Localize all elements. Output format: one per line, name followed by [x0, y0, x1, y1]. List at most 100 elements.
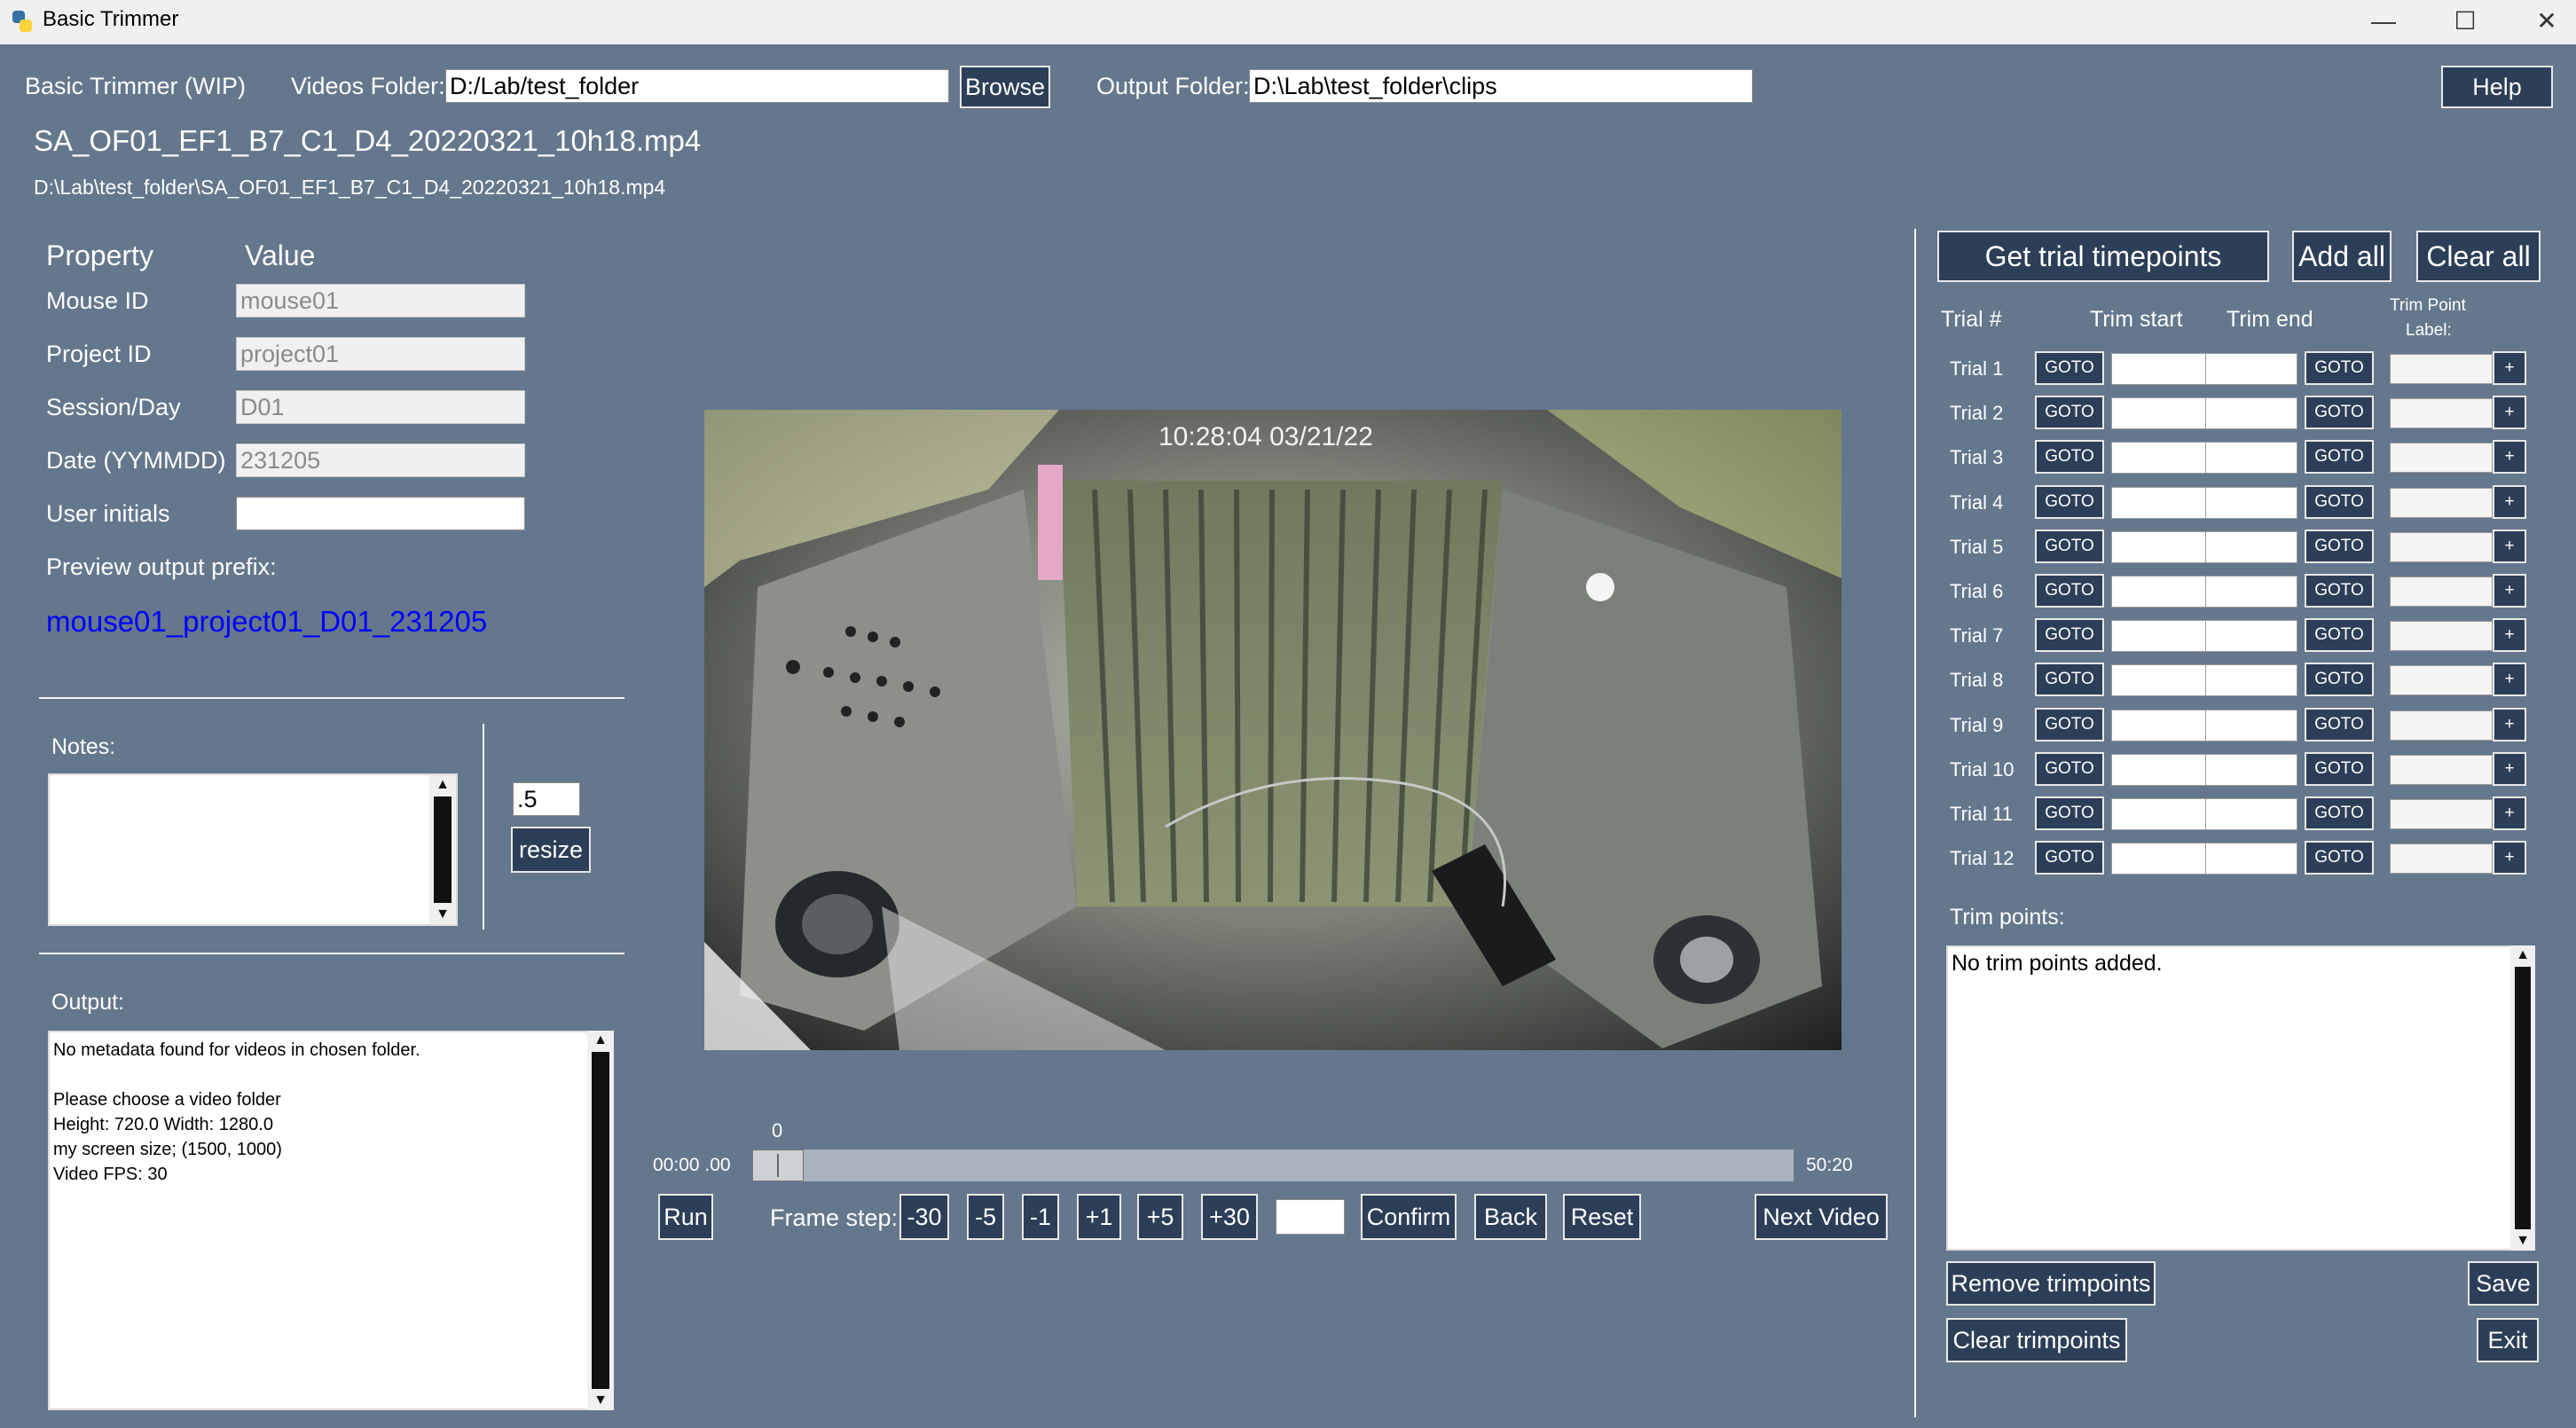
goto-start-button[interactable]: GOTO — [2035, 796, 2104, 830]
trim-start-input[interactable] — [2111, 576, 2207, 608]
goto-end-button[interactable]: GOTO — [2305, 796, 2374, 830]
resize-input[interactable]: .5 — [513, 782, 580, 816]
scroll-up-icon[interactable]: ▲ — [587, 1031, 614, 1050]
trim-point-label-input[interactable] — [2390, 710, 2493, 741]
project-id-input[interactable]: project01 — [236, 337, 525, 371]
add-trimpoint-button[interactable]: + — [2493, 574, 2526, 608]
add-trimpoint-button[interactable]: + — [2493, 751, 2526, 786]
trim-point-label-input[interactable] — [2390, 843, 2493, 875]
trim-end-input[interactable] — [2205, 442, 2297, 475]
trim-start-input[interactable] — [2111, 620, 2207, 653]
session-day-input[interactable]: D01 — [236, 390, 525, 424]
trim-point-label-input[interactable] — [2390, 754, 2493, 785]
trim-start-input[interactable] — [2111, 753, 2207, 786]
step-plus-30-button[interactable]: +30 — [1201, 1194, 1258, 1240]
trim-end-input[interactable] — [2205, 486, 2297, 519]
trim-end-input[interactable] — [2205, 620, 2297, 653]
trim-end-input[interactable] — [2205, 530, 2297, 563]
frame-step-input[interactable] — [1276, 1199, 1345, 1235]
goto-start-button[interactable]: GOTO — [2035, 751, 2104, 786]
scroll-up-icon[interactable]: ▲ — [429, 775, 456, 795]
goto-end-button[interactable]: GOTO — [2305, 351, 2374, 385]
clear-all-button[interactable]: Clear all — [2416, 231, 2541, 282]
trim-start-input[interactable] — [2111, 442, 2207, 475]
goto-start-button[interactable]: GOTO — [2035, 396, 2104, 430]
add-trimpoint-button[interactable]: + — [2493, 440, 2526, 475]
goto-start-button[interactable]: GOTO — [2035, 707, 2104, 741]
step-minus-30-button[interactable]: -30 — [899, 1194, 949, 1240]
goto-end-button[interactable]: GOTO — [2305, 484, 2374, 519]
trim-end-input[interactable] — [2205, 798, 2297, 830]
notes-textarea[interactable] — [48, 773, 458, 926]
trim-end-input[interactable] — [2205, 709, 2297, 741]
add-trimpoint-button[interactable]: + — [2493, 396, 2526, 430]
save-button[interactable]: Save — [2468, 1261, 2539, 1306]
goto-start-button[interactable]: GOTO — [2035, 484, 2104, 519]
user-initials-input[interactable] — [236, 497, 525, 530]
trim-point-label-input[interactable] — [2390, 398, 2493, 429]
goto-end-button[interactable]: GOTO — [2305, 574, 2374, 608]
goto-start-button[interactable]: GOTO — [2035, 574, 2104, 608]
goto-end-button[interactable]: GOTO — [2305, 707, 2374, 741]
add-trimpoint-button[interactable]: + — [2493, 841, 2526, 875]
browse-button[interactable]: Browse — [960, 66, 1050, 108]
trim-point-label-input[interactable] — [2390, 443, 2493, 474]
add-all-button[interactable]: Add all — [2292, 231, 2391, 282]
trim-start-input[interactable] — [2111, 530, 2207, 563]
goto-start-button[interactable]: GOTO — [2035, 529, 2104, 563]
trim-end-input[interactable] — [2205, 753, 2297, 786]
remove-trimpoints-button[interactable]: Remove trimpoints — [1946, 1261, 2156, 1306]
add-trimpoint-button[interactable]: + — [2493, 618, 2526, 653]
add-trimpoint-button[interactable]: + — [2493, 484, 2526, 519]
trim-start-input[interactable] — [2111, 397, 2207, 430]
add-trimpoint-button[interactable]: + — [2493, 707, 2526, 741]
trim-start-input[interactable] — [2111, 486, 2207, 519]
close-button[interactable]: ✕ — [2509, 0, 2576, 44]
reset-button[interactable]: Reset — [1563, 1194, 1641, 1240]
trim-start-input[interactable] — [2111, 664, 2207, 697]
goto-start-button[interactable]: GOTO — [2035, 351, 2104, 385]
scrollbar-thumb[interactable] — [592, 1052, 609, 1389]
goto-end-button[interactable]: GOTO — [2305, 663, 2374, 697]
goto-start-button[interactable]: GOTO — [2035, 663, 2104, 697]
add-trimpoint-button[interactable]: + — [2493, 351, 2526, 385]
run-button[interactable]: Run — [658, 1194, 713, 1240]
trim-end-input[interactable] — [2205, 843, 2297, 875]
scroll-down-icon[interactable]: ▼ — [429, 905, 456, 924]
next-video-button[interactable]: Next Video — [1755, 1194, 1888, 1240]
add-trimpoint-button[interactable]: + — [2493, 663, 2526, 697]
timeline-slider[interactable] — [752, 1149, 1794, 1181]
trim-end-input[interactable] — [2205, 576, 2297, 608]
trim-point-label-input[interactable] — [2390, 799, 2493, 829]
step-plus-5-button[interactable]: +5 — [1137, 1194, 1183, 1240]
goto-end-button[interactable]: GOTO — [2305, 529, 2374, 563]
confirm-button[interactable]: Confirm — [1361, 1194, 1457, 1240]
back-button[interactable]: Back — [1474, 1194, 1547, 1240]
trim-start-input[interactable] — [2111, 843, 2207, 875]
video-frame[interactable]: 10:28:04 03/21/22 — [704, 410, 1842, 1050]
step-minus-1-button[interactable]: -1 — [1022, 1194, 1059, 1240]
add-trimpoint-button[interactable]: + — [2493, 529, 2526, 563]
notes-scrollbar[interactable]: ▲ ▼ — [429, 775, 456, 924]
trim-start-input[interactable] — [2111, 709, 2207, 741]
minimize-button[interactable]: — — [2345, 0, 2422, 44]
goto-start-button[interactable]: GOTO — [2035, 618, 2104, 653]
scroll-down-icon[interactable]: ▼ — [2510, 1231, 2535, 1251]
goto-end-button[interactable]: GOTO — [2305, 440, 2374, 475]
trim-start-input[interactable] — [2111, 798, 2207, 830]
trim-point-label-input[interactable] — [2390, 621, 2493, 652]
scroll-down-icon[interactable]: ▼ — [587, 1391, 614, 1410]
trim-point-label-input[interactable] — [2390, 577, 2493, 607]
scrollbar-thumb[interactable] — [434, 796, 452, 903]
clear-trimpoints-button[interactable]: Clear trimpoints — [1946, 1318, 2127, 1362]
trim-point-label-input[interactable] — [2390, 665, 2493, 696]
videos-folder-input[interactable]: D:/Lab/test_folder — [445, 69, 949, 103]
output-folder-input[interactable]: D:\Lab\test_folder\clips — [1249, 69, 1753, 103]
exit-button[interactable]: Exit — [2477, 1318, 2539, 1362]
add-trimpoint-button[interactable]: + — [2493, 796, 2526, 830]
trim-point-label-input[interactable] — [2390, 487, 2493, 518]
goto-start-button[interactable]: GOTO — [2035, 841, 2104, 875]
trim-end-input[interactable] — [2205, 664, 2297, 697]
get-trial-timepoints-button[interactable]: Get trial timepoints — [1937, 231, 2269, 282]
resize-button[interactable]: resize — [511, 827, 591, 873]
